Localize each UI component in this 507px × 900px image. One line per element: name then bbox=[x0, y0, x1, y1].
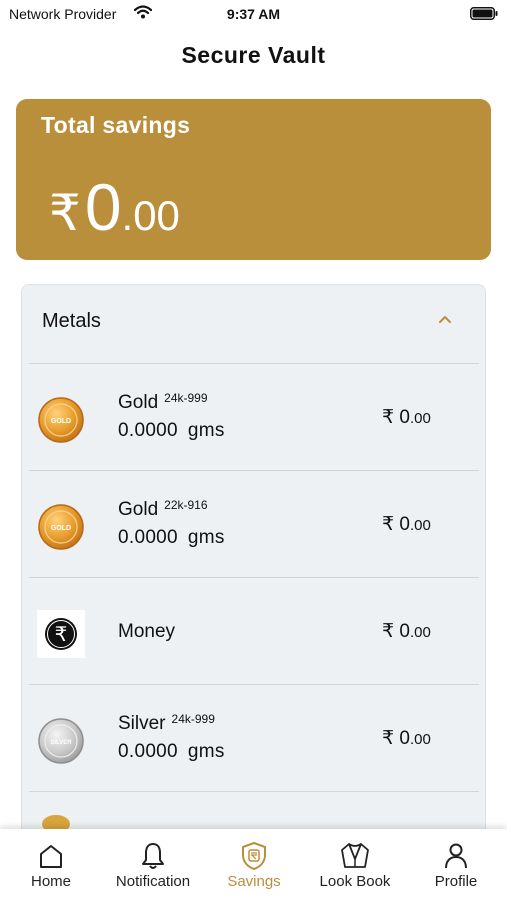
svg-text:SILVER: SILVER bbox=[50, 740, 72, 746]
asset-name: Silver 24k-999 bbox=[118, 712, 215, 734]
asset-row-partial[interactable] bbox=[29, 791, 479, 831]
tab-savings[interactable]: Savings bbox=[214, 829, 294, 900]
gold-coin-icon: GOLD bbox=[37, 396, 85, 444]
gold-coin-icon: GOLD bbox=[37, 503, 85, 551]
person-icon bbox=[445, 843, 467, 869]
asset-value: ₹ 0.00 bbox=[382, 407, 431, 428]
tab-label: Look Book bbox=[319, 873, 391, 890]
jacket-icon bbox=[341, 843, 369, 868]
svg-text:₹: ₹ bbox=[55, 622, 68, 646]
asset-name: Money bbox=[118, 621, 176, 642]
chevron-up-icon[interactable] bbox=[437, 313, 453, 325]
asset-row-silver[interactable]: SILVER Silver 24k-999 0.0000 gms ₹ 0.00 bbox=[29, 684, 479, 791]
tab-home[interactable]: Home bbox=[10, 829, 92, 900]
currency-symbol: ₹ bbox=[49, 185, 81, 241]
asset-row-gold-22k[interactable]: GOLD Gold 22k-916 0.0000 gms ₹ 0.00 bbox=[29, 470, 479, 577]
asset-grade: 24k-999 bbox=[164, 391, 208, 405]
total-savings-amount: ₹0.00 bbox=[49, 169, 180, 254]
metals-panel: Metals GOLD Gold 24k-999 0.0000 gms ₹ 0.00… bbox=[21, 284, 486, 900]
rupee-icon: ₹ bbox=[37, 610, 85, 658]
asset-row-gold-24k[interactable]: GOLD Gold 24k-999 0.0000 gms ₹ 0.00 bbox=[29, 363, 479, 470]
home-icon bbox=[40, 845, 62, 868]
tab-notification[interactable]: Notification bbox=[103, 829, 203, 900]
status-bar: Network Provider 9:37 AM bbox=[0, 0, 507, 28]
tab-look-book[interactable]: Look Book bbox=[306, 829, 404, 900]
asset-value: ₹ 0.00 bbox=[382, 514, 431, 535]
asset-grade: 24k-999 bbox=[171, 712, 215, 726]
asset-row-money[interactable]: ₹ Money ₹ 0.00 bbox=[29, 577, 479, 684]
svg-text:GOLD: GOLD bbox=[51, 418, 71, 425]
asset-grade: 22k-916 bbox=[164, 498, 208, 512]
bell-icon bbox=[142, 843, 164, 869]
asset-value: ₹ 0.00 bbox=[382, 728, 431, 749]
total-savings-card: Total savings ₹0.00 bbox=[16, 99, 491, 260]
asset-name: Gold 22k-916 bbox=[118, 498, 208, 520]
svg-text:GOLD: GOLD bbox=[51, 525, 71, 532]
asset-quantity: 0.0000 gms bbox=[118, 527, 225, 548]
asset-quantity: 0.0000 gms bbox=[118, 741, 225, 762]
bottom-tab-bar: Home Notification Savings Look Book Prof… bbox=[0, 829, 507, 900]
tab-label: Notification bbox=[115, 873, 191, 890]
tab-label: Home bbox=[30, 873, 71, 890]
tab-label: Profile bbox=[434, 873, 478, 890]
asset-quantity: 0.0000 gms bbox=[118, 420, 225, 441]
silver-coin-icon: SILVER bbox=[37, 717, 85, 765]
tab-profile[interactable]: Profile bbox=[418, 829, 494, 900]
page-title: Secure Vault bbox=[181, 42, 326, 68]
amount-integer: 0 bbox=[84, 170, 122, 244]
total-savings-label: Total savings bbox=[41, 112, 191, 138]
metals-accordion-header[interactable]: Metals bbox=[22, 285, 485, 363]
asset-name: Gold 24k-999 bbox=[118, 391, 208, 413]
amount-decimal: .00 bbox=[121, 192, 180, 239]
battery-icon bbox=[470, 7, 498, 20]
metals-title: Metals bbox=[42, 310, 101, 332]
status-time: 9:37 AM bbox=[226, 6, 281, 22]
asset-value: ₹ 0.00 bbox=[382, 621, 431, 642]
tab-label: Savings bbox=[227, 873, 281, 890]
savings-shield-icon bbox=[242, 842, 266, 870]
